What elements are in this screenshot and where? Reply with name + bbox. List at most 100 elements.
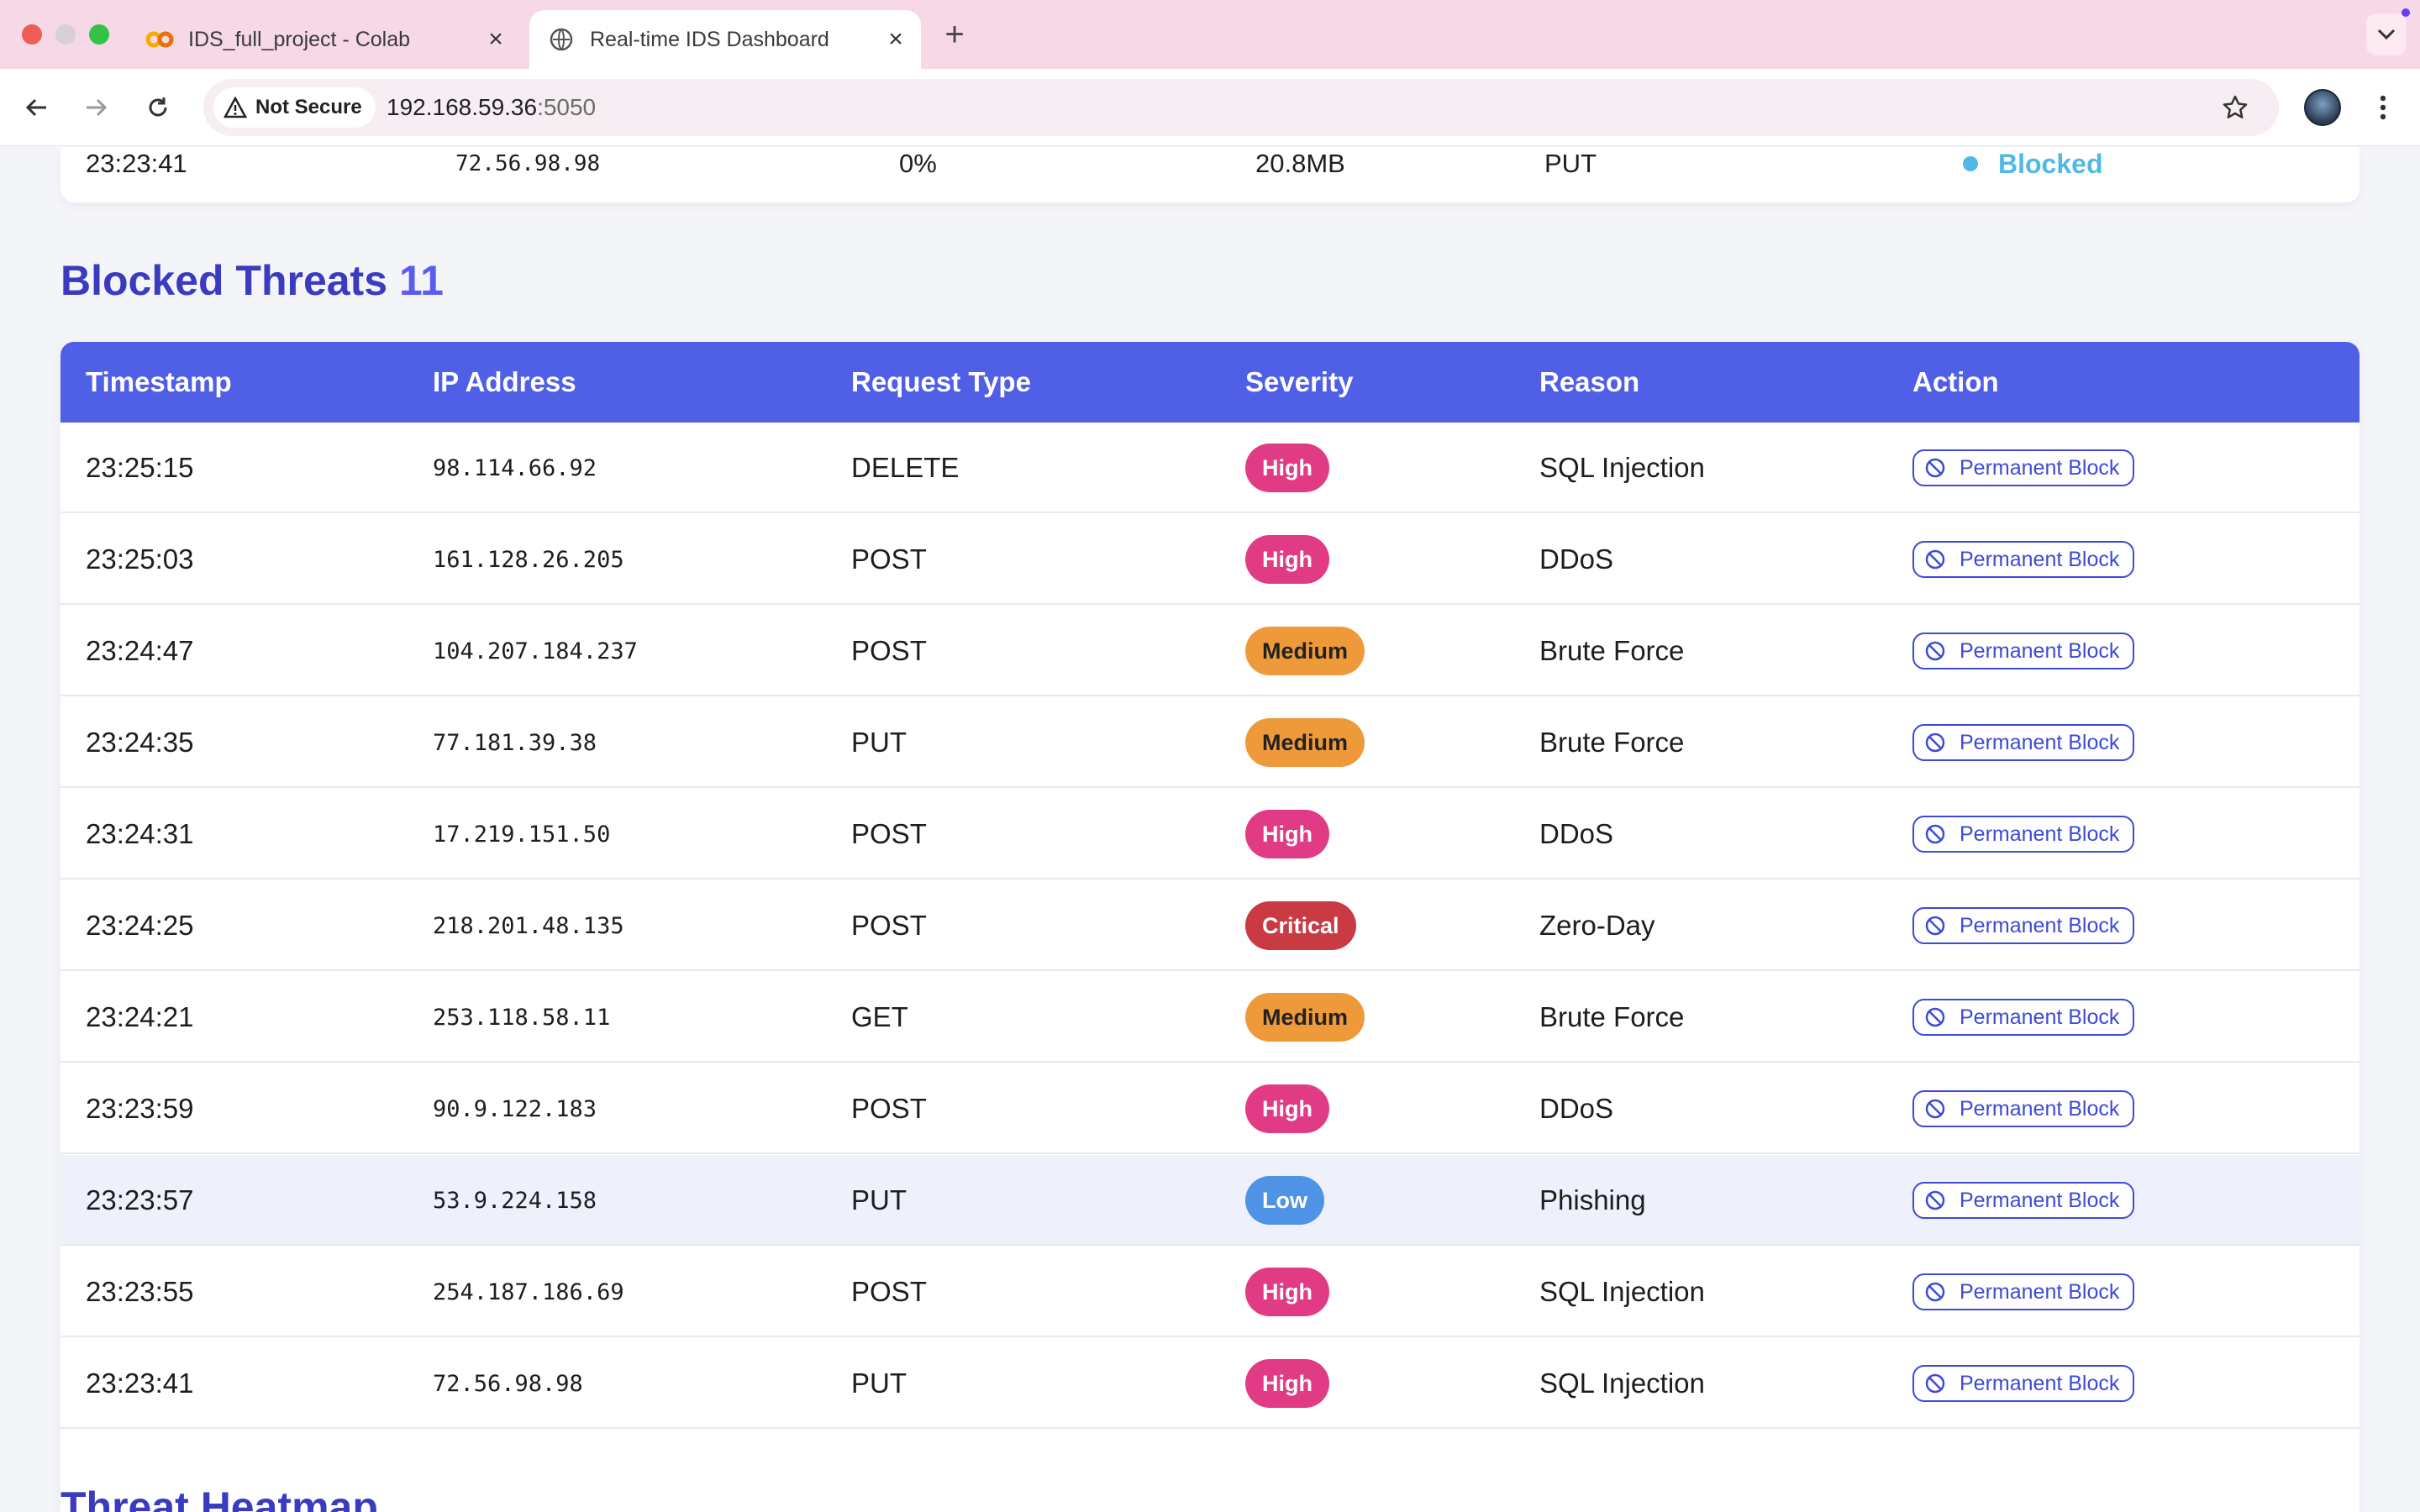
row-action: Permanent Block (1912, 972, 2135, 1063)
permanent-block-button[interactable]: Permanent Block (1912, 541, 2135, 578)
permanent-block-button[interactable]: Permanent Block (1912, 724, 2135, 761)
row-request-type: POST (851, 1276, 927, 1307)
ban-icon (1925, 458, 1945, 478)
table-header: Timestamp IP Address Request Type Severi… (60, 342, 2360, 423)
col-request-type: Request Type (851, 366, 1031, 397)
permanent-block-button[interactable]: Permanent Block (1912, 449, 2135, 486)
close-icon[interactable]: × (479, 23, 513, 56)
prev-percent: 0% (899, 149, 937, 178)
severity-badge: High (1245, 1084, 1329, 1133)
colab-icon (145, 24, 175, 55)
table-row[interactable]: 23:24:25 218.201.48.135 POST Critical Zero-D… (60, 880, 2360, 971)
more-menu-icon[interactable] (2368, 87, 2398, 128)
severity-badge: Medium (1245, 718, 1365, 767)
row-severity: Critical (1245, 880, 1356, 971)
new-tab-button[interactable]: + (938, 13, 971, 55)
reload-button[interactable] (138, 87, 178, 128)
table-row[interactable]: 23:24:47 104.207.184.237 POST Medium Brute F… (60, 606, 2360, 696)
tab-search-button[interactable] (2366, 13, 2407, 55)
permanent-block-button[interactable]: Permanent Block (1912, 816, 2135, 853)
row-severity: Low (1245, 1155, 1324, 1246)
table-row[interactable]: 23:24:31 17.219.151.50 POST High DDoS Permane… (60, 789, 2360, 879)
security-indicator[interactable]: Not Secure (213, 87, 376, 128)
table-row[interactable]: 23:23:57 53.9.224.158 PUT Low Phishing Perman… (60, 1155, 2360, 1246)
row-timestamp: 23:23:41 (86, 1368, 194, 1399)
bookmark-star-icon[interactable] (2217, 89, 2254, 126)
threat-heatmap-heading: Threat Heatmap (60, 1483, 378, 1512)
table-row[interactable]: 23:25:03 161.128.26.205 POST High DDoS Perman… (60, 514, 2360, 605)
table-row[interactable]: 23:24:35 77.181.39.38 PUT Medium Brute Force… (60, 697, 2360, 788)
table-row[interactable]: 23:23:41 72.56.98.98 PUT High SQL Injection P… (60, 1338, 2360, 1429)
row-action: Permanent Block (1912, 880, 2135, 971)
chevron-down-icon (2377, 29, 2396, 40)
tab-title: Real-time IDS Dashboard (590, 27, 829, 51)
row-timestamp: 23:24:35 (86, 727, 194, 758)
permanent-block-button[interactable]: Permanent Block (1912, 999, 2135, 1036)
profile-avatar[interactable] (2304, 89, 2341, 126)
permanent-block-label: Permanent Block (1960, 1005, 2120, 1029)
ban-icon (1925, 1099, 1945, 1119)
row-reason: SQL Injection (1539, 1368, 1705, 1399)
back-button[interactable] (17, 87, 57, 128)
ban-icon (1925, 549, 1945, 570)
permanent-block-button[interactable]: Permanent Block (1912, 1090, 2135, 1127)
permanent-block-button[interactable]: Permanent Block (1912, 1365, 2135, 1402)
severity-badge: Low (1245, 1176, 1324, 1225)
severity-badge: Critical (1245, 901, 1356, 950)
row-reason: Brute Force (1539, 727, 1685, 758)
row-timestamp: 23:25:03 (86, 543, 194, 575)
row-request-type: POST (851, 635, 927, 666)
permanent-block-button[interactable]: Permanent Block (1912, 1273, 2135, 1310)
row-reason: DDoS (1539, 1093, 1614, 1124)
row-ip-address: 90.9.122.183 (433, 1095, 597, 1122)
row-severity: High (1245, 1338, 1329, 1429)
row-ip-address: 218.201.48.135 (433, 912, 624, 939)
permanent-block-button[interactable]: Permanent Block (1912, 633, 2135, 669)
table-row[interactable]: 23:25:15 98.114.66.92 DELETE High SQL Inject… (60, 423, 2360, 513)
permanent-block-button[interactable]: Permanent Block (1912, 1182, 2135, 1219)
maximize-window-button[interactable] (89, 24, 109, 45)
tab-ids-dashboard[interactable]: Real-time IDS Dashboard × (529, 10, 921, 69)
row-action: Permanent Block (1912, 514, 2135, 605)
row-request-type: POST (851, 543, 927, 575)
permanent-block-label: Permanent Block (1960, 1279, 2120, 1304)
row-reason: Phishing (1539, 1184, 1646, 1215)
row-timestamp: 23:25:15 (86, 452, 194, 483)
row-action: Permanent Block (1912, 697, 2135, 788)
url-text[interactable]: 192.168.59.36:5050 (387, 79, 596, 136)
table-row[interactable]: 23:23:59 90.9.122.183 POST High DDoS Permanen… (60, 1063, 2360, 1154)
col-reason: Reason (1539, 366, 1640, 397)
blocked-count: 11 (399, 257, 444, 304)
permanent-block-button[interactable]: Permanent Block (1912, 907, 2135, 944)
row-request-type: PUT (851, 727, 907, 758)
status-dot-icon (1963, 156, 1978, 171)
severity-badge: High (1245, 810, 1329, 858)
severity-badge: High (1245, 1268, 1329, 1316)
ban-icon (1925, 916, 1945, 936)
close-window-button[interactable] (22, 24, 42, 45)
ban-icon (1925, 1190, 1945, 1210)
blocked-threats-heading: Blocked Threats 11 (60, 256, 444, 305)
row-severity: High (1245, 1247, 1329, 1337)
tab-title: IDS_full_project - Colab (188, 27, 411, 51)
permanent-block-label: Permanent Block (1960, 1371, 2120, 1395)
forward-button[interactable] (76, 87, 116, 128)
row-ip-address: 77.181.39.38 (433, 729, 597, 756)
table-row[interactable]: 23:23:55 254.187.186.69 POST High SQL Inject… (60, 1247, 2360, 1337)
col-severity: Severity (1245, 366, 1354, 397)
row-ip-address: 17.219.151.50 (433, 821, 611, 848)
permanent-block-label: Permanent Block (1960, 455, 2120, 480)
row-timestamp: 23:24:47 (86, 635, 194, 666)
reload-icon (149, 97, 167, 117)
row-severity: High (1245, 423, 1329, 513)
row-timestamp: 23:24:21 (86, 1001, 194, 1032)
tab-colab[interactable]: IDS_full_project - Colab × (134, 10, 521, 69)
minimize-window-button[interactable] (55, 24, 76, 45)
address-bar[interactable]: Not Secure 192.168.59.36:5050 (203, 79, 2279, 136)
prev-method: PUT (1544, 149, 1597, 178)
ban-icon (1925, 732, 1945, 753)
table-row[interactable]: 23:24:21 253.118.58.11 GET Medium Brute Forc… (60, 972, 2360, 1063)
row-severity: Medium (1245, 972, 1365, 1063)
severity-badge: Medium (1245, 993, 1365, 1042)
close-icon[interactable]: × (879, 23, 913, 56)
